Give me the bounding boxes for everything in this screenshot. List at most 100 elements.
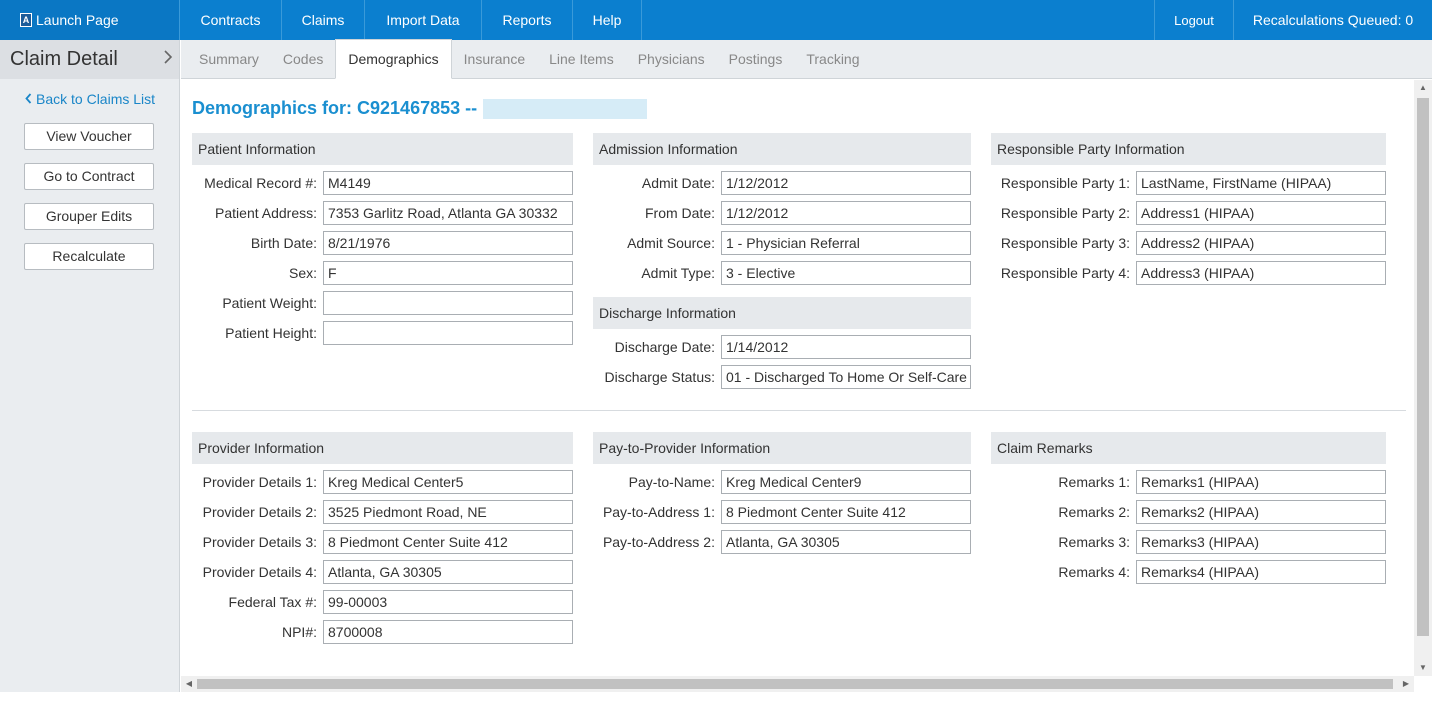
responsible-party-2-field[interactable]: Address1 (HIPAA) [1136, 201, 1386, 225]
provider-row: Provider Details 4: Atlanta, GA 30305 [192, 560, 573, 584]
provider-details-2-field[interactable]: 3525 Piedmont Road, NE [323, 500, 573, 524]
from-date-field[interactable]: 1/12/2012 [721, 201, 971, 225]
remarks-2-field[interactable]: Remarks2 (HIPAA) [1136, 500, 1386, 524]
patient-address-field[interactable]: 7353 Garlitz Road, Atlanta GA 30332 [323, 201, 573, 225]
logout-link[interactable]: Logout [1154, 0, 1234, 40]
nav-contracts[interactable]: Contracts [180, 0, 282, 40]
field-label: Admit Date: [641, 175, 715, 191]
tab-demographics[interactable]: Demographics [335, 39, 452, 79]
chevron-right-icon[interactable] [163, 49, 173, 70]
provider-row: Federal Tax #: 99-00003 [192, 590, 573, 614]
section-title: Claim Remarks [991, 432, 1386, 464]
pay-to-row: Pay-to-Address 2: Atlanta, GA 30305 [593, 530, 971, 554]
field-label: Remarks 3: [1058, 534, 1130, 550]
top-nav: A Launch Page Contracts Claims Import Da… [0, 0, 1432, 40]
go-to-contract-button[interactable]: Go to Contract [24, 163, 154, 190]
provider-details-1-field[interactable]: Kreg Medical Center5 [323, 470, 573, 494]
birth-date-field[interactable]: 8/21/1976 [323, 231, 573, 255]
responsible-party-3-field[interactable]: Address2 (HIPAA) [1136, 231, 1386, 255]
nav-claims[interactable]: Claims [282, 0, 365, 40]
field-label: Pay-to-Address 2: [602, 534, 715, 550]
section-title: Admission Information [593, 133, 971, 165]
field-label: Responsible Party 2: [1000, 205, 1130, 221]
patient-height-field[interactable] [323, 321, 573, 345]
recalculate-button[interactable]: Recalculate [24, 243, 154, 270]
back-to-claims-link[interactable]: Back to Claims List [0, 91, 179, 107]
vertical-scroll-thumb[interactable] [1417, 98, 1429, 636]
field-label: Sex: [288, 265, 317, 281]
discharge-date-field[interactable]: 1/14/2012 [721, 335, 971, 359]
admission-row: From Date: 1/12/2012 [593, 201, 971, 225]
pay-to-address-2-field[interactable]: Atlanta, GA 30305 [721, 530, 971, 554]
claim-remarks-section: Claim Remarks [991, 432, 1386, 464]
launch-page-link[interactable]: A Launch Page [0, 0, 180, 40]
sex-field[interactable]: F [323, 261, 573, 285]
admission-section: Admission Information [593, 133, 971, 165]
tab-line-items[interactable]: Line Items [537, 40, 626, 78]
admit-type-field[interactable]: 3 - Elective [721, 261, 971, 285]
nav-help[interactable]: Help [573, 0, 642, 40]
responsible-row: Responsible Party 1: LastName, FirstName… [991, 171, 1386, 195]
admit-source-field[interactable]: 1 - Physician Referral [721, 231, 971, 255]
field-label: Provider Details 3: [202, 534, 317, 550]
field-label: Provider Details 2: [202, 504, 317, 520]
patient-row: Patient Address: 7353 Garlitz Road, Atla… [192, 201, 573, 225]
provider-details-4-field[interactable]: Atlanta, GA 30305 [323, 560, 573, 584]
app-logo-icon: A [20, 13, 32, 27]
provider-details-3-field[interactable]: 8 Piedmont Center Suite 412 [323, 530, 573, 554]
sidebar-header: Claim Detail [0, 40, 179, 79]
view-voucher-button[interactable]: View Voucher [24, 123, 154, 150]
federal-tax-field[interactable]: 99-00003 [323, 590, 573, 614]
provider-row: Provider Details 2: 3525 Piedmont Road, … [192, 500, 573, 524]
admission-row: Admit Source: 1 - Physician Referral [593, 231, 971, 255]
scroll-left-icon[interactable]: ◀ [181, 676, 197, 692]
nav-import-data[interactable]: Import Data [365, 0, 482, 40]
responsible-party-4-field[interactable]: Address3 (HIPAA) [1136, 261, 1386, 285]
pay-to-row: Pay-to-Name: Kreg Medical Center9 [593, 470, 971, 494]
discharge-status-field[interactable]: 01 - Discharged To Home Or Self-Care ( [721, 365, 971, 389]
responsible-row: Responsible Party 4: Address3 (HIPAA) [991, 261, 1386, 285]
remarks-1-field[interactable]: Remarks1 (HIPAA) [1136, 470, 1386, 494]
launch-page-label: Launch Page [36, 12, 119, 28]
patient-row: Medical Record #: M4149 [192, 171, 573, 195]
field-label: Federal Tax #: [228, 594, 317, 610]
page-title: Demographics for: C921467853 -- [192, 98, 648, 119]
remarks-row: Remarks 1: Remarks1 (HIPAA) [991, 470, 1386, 494]
remarks-3-field[interactable]: Remarks3 (HIPAA) [1136, 530, 1386, 554]
back-to-claims-label: Back to Claims List [36, 91, 156, 107]
tab-postings[interactable]: Postings [717, 40, 795, 78]
field-label: Provider Details 4: [202, 564, 317, 580]
npi-field[interactable]: 8700008 [323, 620, 573, 644]
pay-to-name-field[interactable]: Kreg Medical Center9 [721, 470, 971, 494]
tab-tracking[interactable]: Tracking [794, 40, 871, 78]
pay-to-address-1-field[interactable]: 8 Piedmont Center Suite 412 [721, 500, 971, 524]
tab-physicians[interactable]: Physicians [626, 40, 717, 78]
discharge-section: Discharge Information [593, 297, 971, 329]
field-label: NPI#: [281, 624, 317, 640]
tab-summary[interactable]: Summary [187, 40, 271, 78]
tab-insurance[interactable]: Insurance [452, 40, 537, 78]
provider-section: Provider Information [192, 432, 573, 464]
responsible-party-1-field[interactable]: LastName, FirstName (HIPAA) [1136, 171, 1386, 195]
patient-weight-field[interactable] [323, 291, 573, 315]
scroll-up-icon[interactable]: ▲ [1414, 80, 1432, 96]
section-title: Patient Information [192, 133, 573, 165]
field-label: Admit Type: [641, 265, 715, 281]
field-label: Pay-to-Name: [628, 474, 715, 490]
medical-record-field[interactable]: M4149 [323, 171, 573, 195]
horizontal-scrollbar[interactable]: ◀ ▶ [181, 676, 1414, 692]
admit-date-field[interactable]: 1/12/2012 [721, 171, 971, 195]
field-label: Responsible Party 1: [1000, 175, 1130, 191]
grouper-edits-button[interactable]: Grouper Edits [24, 203, 154, 230]
nav-reports[interactable]: Reports [482, 0, 573, 40]
tab-codes[interactable]: Codes [271, 40, 335, 78]
provider-row: Provider Details 3: 8 Piedmont Center Su… [192, 530, 573, 554]
horizontal-scroll-thumb[interactable] [197, 679, 1393, 689]
remarks-4-field[interactable]: Remarks4 (HIPAA) [1136, 560, 1386, 584]
pay-to-row: Pay-to-Address 1: 8 Piedmont Center Suit… [593, 500, 971, 524]
scroll-right-icon[interactable]: ▶ [1398, 676, 1414, 692]
section-divider [192, 410, 1406, 411]
vertical-scrollbar[interactable]: ▲ ▼ [1414, 80, 1432, 676]
scroll-down-icon[interactable]: ▼ [1414, 660, 1432, 676]
page-title-text: Demographics for: C921467853 -- [192, 98, 478, 118]
